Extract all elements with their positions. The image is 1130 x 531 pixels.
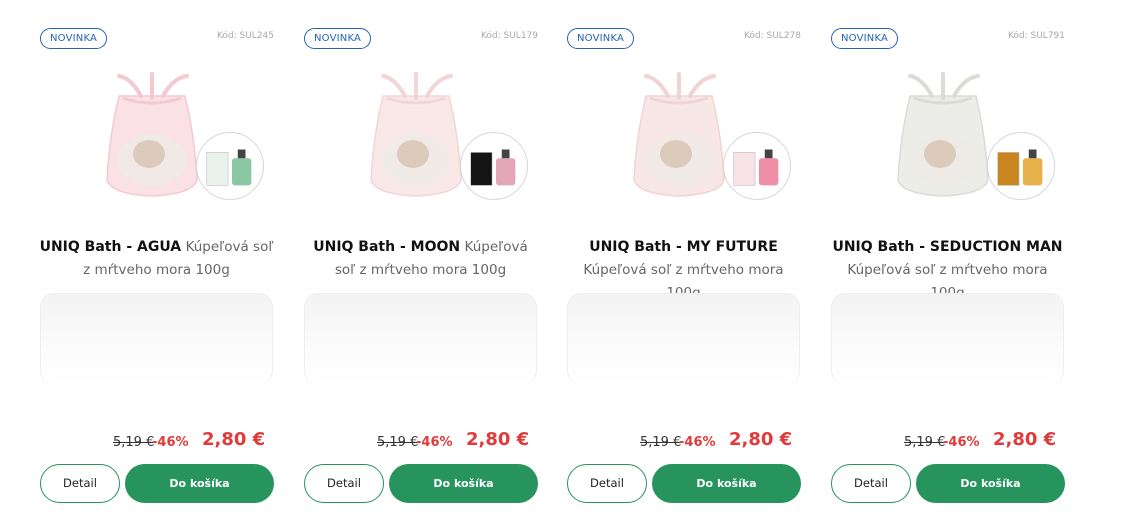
new-badge: NOVINKA: [567, 28, 635, 49]
product-image[interactable]: [39, 54, 274, 234]
product-image[interactable]: [303, 54, 538, 234]
salt-bag-image: [897, 72, 989, 197]
product-code: Kód: SUL791: [1007, 31, 1065, 41]
product-title[interactable]: UNIQ Bath - AGUA Kúpeľová soľ z mŕtveho …: [39, 236, 274, 282]
product-name[interactable]: UNIQ Bath - MY FUTURE: [589, 239, 778, 255]
price-row: 5,19 € -46% 2,80 €: [39, 428, 274, 454]
salt-bag-image: [633, 72, 725, 197]
current-price: 2,80 €: [993, 429, 1057, 450]
old-price: 5,19 €: [904, 435, 946, 450]
product-name[interactable]: UNIQ Bath - AGUA: [40, 239, 182, 255]
new-badge: NOVINKA: [40, 28, 108, 49]
detail-button[interactable]: Detail: [304, 464, 384, 503]
detail-button[interactable]: Detail: [40, 464, 120, 503]
discount-percent: -46%: [943, 435, 980, 450]
product-card[interactable]: NOVINKA Kód: SUL278 UNIQ Bath - MY FUTUR…: [566, 24, 801, 514]
detail-button[interactable]: Detail: [831, 464, 911, 503]
loading-placeholder: [567, 293, 800, 385]
old-price: 5,19 €: [640, 435, 682, 450]
old-price: 5,19 €: [113, 435, 155, 450]
old-price: 5,19 €: [377, 435, 419, 450]
product-image[interactable]: [830, 54, 1065, 234]
perfume-thumbnail: [987, 132, 1055, 200]
perfume-thumbnail: [196, 132, 264, 200]
loading-placeholder: [304, 293, 537, 385]
new-badge: NOVINKA: [304, 28, 372, 49]
product-grid: NOVINKA Kód: SUL245 UNIQ Bath - AGUA Kúp…: [0, 0, 1130, 531]
add-to-cart-button[interactable]: Do košíka: [125, 464, 274, 503]
loading-placeholder: [831, 293, 1064, 385]
add-to-cart-button[interactable]: Do košíka: [389, 464, 538, 503]
current-price: 2,80 €: [729, 429, 793, 450]
add-to-cart-button[interactable]: Do košíka: [652, 464, 801, 503]
salt-bag-image: [106, 72, 198, 197]
product-code: Kód: SUL278: [743, 31, 801, 41]
product-image[interactable]: [566, 54, 801, 234]
detail-button[interactable]: Detail: [567, 464, 647, 503]
price-row: 5,19 € -46% 2,80 €: [830, 428, 1065, 454]
add-to-cart-button[interactable]: Do košíka: [916, 464, 1065, 503]
current-price: 2,80 €: [466, 429, 530, 450]
discount-percent: -46%: [679, 435, 716, 450]
product-card[interactable]: NOVINKA Kód: SUL245 UNIQ Bath - AGUA Kúp…: [39, 24, 274, 514]
product-code: Kód: SUL245: [216, 31, 274, 41]
new-badge: NOVINKA: [831, 28, 899, 49]
salt-bag-image: [370, 72, 462, 197]
product-card[interactable]: NOVINKA Kód: SUL791 UNIQ Bath - SEDUCTIO…: [830, 24, 1065, 514]
perfume-thumbnail: [723, 132, 791, 200]
discount-percent: -46%: [152, 435, 189, 450]
product-title[interactable]: UNIQ Bath - MOON Kúpeľová soľ z mŕtveho …: [303, 236, 538, 282]
product-name[interactable]: UNIQ Bath - MOON: [313, 239, 460, 255]
product-code: Kód: SUL179: [480, 31, 538, 41]
price-row: 5,19 € -46% 2,80 €: [303, 428, 538, 454]
product-card[interactable]: NOVINKA Kód: SUL179 UNIQ Bath - MOON Kúp…: [303, 24, 538, 514]
discount-percent: -46%: [416, 435, 453, 450]
perfume-thumbnail: [460, 132, 528, 200]
current-price: 2,80 €: [202, 429, 266, 450]
loading-placeholder: [40, 293, 273, 385]
price-row: 5,19 € -46% 2,80 €: [566, 428, 801, 454]
product-name[interactable]: UNIQ Bath - SEDUCTION MAN: [832, 239, 1062, 255]
